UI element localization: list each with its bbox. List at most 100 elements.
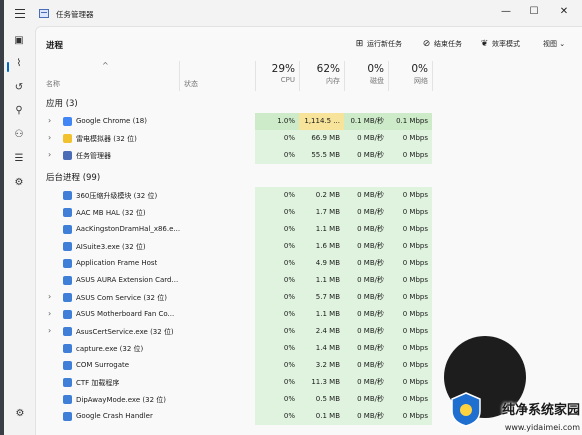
- process-icon: [63, 344, 72, 353]
- efficiency-mode-button[interactable]: ❦ 效率模式: [479, 39, 520, 49]
- process-name: AISuite3.exe (32 位): [76, 243, 146, 251]
- menu-icon[interactable]: [12, 6, 28, 20]
- process-icon: [63, 208, 72, 217]
- disk-cell: 0 MB/秒: [344, 374, 388, 391]
- background-group-header[interactable]: 后台进程 (99): [46, 171, 100, 183]
- disk-cell: 0 MB/秒: [344, 340, 388, 357]
- process-name: ASUS AURA Extension Card...: [76, 276, 179, 284]
- memory-cell: 1.1 MB: [299, 306, 344, 323]
- network-cell: 0 Mbps: [388, 323, 432, 340]
- process-icon: [63, 378, 72, 387]
- settings-gear-icon[interactable]: ⚙: [14, 408, 26, 420]
- process-name: Application Frame Host: [76, 259, 158, 267]
- process-icon: [63, 293, 72, 302]
- table-row[interactable]: › 任务管理器 0% 55.5 MB 0 MB/秒 0 Mbps: [36, 147, 582, 164]
- users-nav-icon[interactable]: ⚇: [12, 128, 26, 142]
- disk-cell: 0 MB/秒: [344, 130, 388, 147]
- process-icon: [63, 327, 72, 336]
- memory-cell: 66.9 MB: [299, 130, 344, 147]
- disk-cell: 0 MB/秒: [344, 408, 388, 425]
- network-column-header[interactable]: 0% 网络: [388, 63, 428, 86]
- process-icon: [63, 310, 72, 319]
- disk-cell: 0 MB/秒: [344, 255, 388, 272]
- network-cell: 0 Mbps: [388, 340, 432, 357]
- process-name: ASUS Com Service (32 位): [76, 294, 167, 302]
- cpu-column-header[interactable]: 29% CPU: [255, 63, 295, 84]
- disk-label: 磁盘: [370, 77, 384, 85]
- expand-chevron-icon[interactable]: ›: [48, 292, 51, 301]
- table-row[interactable]: Application Frame Host 0% 4.9 MB 0 MB/秒 0 Mb…: [36, 255, 582, 272]
- process-icon: [63, 395, 72, 404]
- disk-cell: 0 MB/秒: [344, 357, 388, 374]
- status-column-header[interactable]: 状态: [184, 79, 198, 89]
- table-row[interactable]: AISuite3.exe (32 位) 0% 1.6 MB 0 MB/秒 0 Mbps: [36, 238, 582, 255]
- cpu-cell: 0%: [255, 272, 299, 289]
- run-new-task-button[interactable]: ⊞ 运行新任务: [354, 39, 402, 49]
- disk-cell: 0 MB/秒: [344, 238, 388, 255]
- process-name: CTF 加载程序: [76, 379, 120, 387]
- expand-chevron-icon[interactable]: ›: [48, 133, 51, 142]
- table-row[interactable]: COM Surrogate 0% 3.2 MB 0 MB/秒 0 Mbps: [36, 357, 582, 374]
- table-row[interactable]: ASUS AURA Extension Card... 0% 1.1 MB 0 MB/…: [36, 272, 582, 289]
- memory-cell: 0.2 MB: [299, 187, 344, 204]
- network-cell: 0 Mbps: [388, 272, 432, 289]
- end-task-button[interactable]: ⊘ 结束任务: [421, 39, 462, 49]
- disk-cell: 0 MB/秒: [344, 306, 388, 323]
- end-task-icon: ⊘: [422, 39, 431, 49]
- startup-apps-nav-icon[interactable]: ⚲: [12, 104, 26, 118]
- table-row[interactable]: DipAwayMode.exe (32 位) 0% 0.5 MB 0 MB/秒 0 Mb…: [36, 391, 582, 408]
- process-icon: [63, 242, 72, 251]
- expand-chevron-icon[interactable]: ›: [48, 326, 51, 335]
- maximize-button[interactable]: ☐: [518, 3, 550, 21]
- details-nav-icon[interactable]: ☰: [12, 152, 26, 166]
- table-row[interactable]: AacKingstonDramHal_x86.e... 0% 1.1 MB 0 MB/…: [36, 221, 582, 238]
- network-cell: 0 Mbps: [388, 374, 432, 391]
- network-cell: 0 Mbps: [388, 187, 432, 204]
- nav-active-indicator: [7, 62, 9, 72]
- column-divider: [179, 61, 180, 91]
- memory-column-header[interactable]: 62% 内存: [299, 63, 340, 86]
- memory-cell: 5.7 MB: [299, 289, 344, 306]
- expand-chevron-icon[interactable]: ›: [48, 150, 51, 159]
- cpu-label: CPU: [280, 76, 295, 84]
- app-history-nav-icon[interactable]: ↺: [12, 81, 26, 95]
- apps-group-header[interactable]: 应用 (3): [46, 97, 78, 109]
- network-cell: 0 Mbps: [388, 204, 432, 221]
- process-icon: [63, 191, 72, 200]
- expand-chevron-icon[interactable]: ›: [48, 116, 51, 125]
- disk-cell: 0 MB/秒: [344, 187, 388, 204]
- processes-page: 进程 ⊞ 运行新任务 ⊘ 结束任务 ❦ 效率模式 视图 ⌄ ^ 名称 状态 29% C…: [35, 26, 582, 435]
- cpu-cell: 0%: [255, 391, 299, 408]
- cpu-cell: 0%: [255, 357, 299, 374]
- process-name: Google Crash Handler: [76, 412, 153, 420]
- table-row[interactable]: AAC MB HAL (32 位) 0% 1.7 MB 0 MB/秒 0 Mbps: [36, 204, 582, 221]
- table-row[interactable]: › ASUS Motherboard Fan Co... 0% 1.1 MB 0 MB/…: [36, 306, 582, 323]
- process-name: AAC MB HAL (32 位): [76, 209, 146, 217]
- services-nav-icon[interactable]: ⚙: [12, 176, 26, 190]
- table-row[interactable]: capture.exe (32 位) 0% 1.4 MB 0 MB/秒 0 Mbps: [36, 340, 582, 357]
- process-name: DipAwayMode.exe (32 位): [76, 396, 166, 404]
- chevron-down-icon: ⌄: [559, 40, 566, 48]
- process-name: ASUS Motherboard Fan Co...: [76, 310, 175, 318]
- view-dropdown[interactable]: 视图 ⌄: [543, 39, 565, 49]
- name-column-header[interactable]: 名称: [46, 79, 60, 89]
- title-bar: 任务管理器 — ☐ ✕: [4, 0, 582, 26]
- performance-nav-icon[interactable]: ⌇: [12, 57, 26, 71]
- table-row[interactable]: › Google Chrome (18) 1.0% 1,114.5 ... 0.1 MB…: [36, 113, 582, 130]
- disk-column-header[interactable]: 0% 磁盘: [344, 63, 384, 86]
- close-button[interactable]: ✕: [548, 3, 580, 21]
- table-row[interactable]: 360压缩升级模块 (32 位) 0% 0.2 MB 0 MB/秒 0 Mbps: [36, 187, 582, 204]
- table-row[interactable]: › 雷电模拟器 (32 位) 0% 66.9 MB 0 MB/秒 0 Mbps: [36, 130, 582, 147]
- memory-cell: 55.5 MB: [299, 147, 344, 164]
- table-row[interactable]: › AsusCertService.exe (32 位) 0% 2.4 MB 0 MB/…: [36, 323, 582, 340]
- table-row[interactable]: › ASUS Com Service (32 位) 0% 5.7 MB 0 MB/秒 0 …: [36, 289, 582, 306]
- expand-chevron-icon[interactable]: ›: [48, 309, 51, 318]
- processes-nav-icon[interactable]: ▣: [12, 34, 26, 48]
- cpu-cell: 0%: [255, 130, 299, 147]
- sort-caret-icon[interactable]: ^: [102, 61, 109, 70]
- process-name: 任务管理器: [76, 152, 111, 160]
- network-cell: 0 Mbps: [388, 408, 432, 425]
- process-name: AsusCertService.exe (32 位): [76, 328, 174, 336]
- table-row[interactable]: Google Crash Handler 0% 0.1 MB 0 MB/秒 0 Mbps: [36, 408, 582, 425]
- table-row[interactable]: CTF 加载程序 0% 11.3 MB 0 MB/秒 0 Mbps: [36, 374, 582, 391]
